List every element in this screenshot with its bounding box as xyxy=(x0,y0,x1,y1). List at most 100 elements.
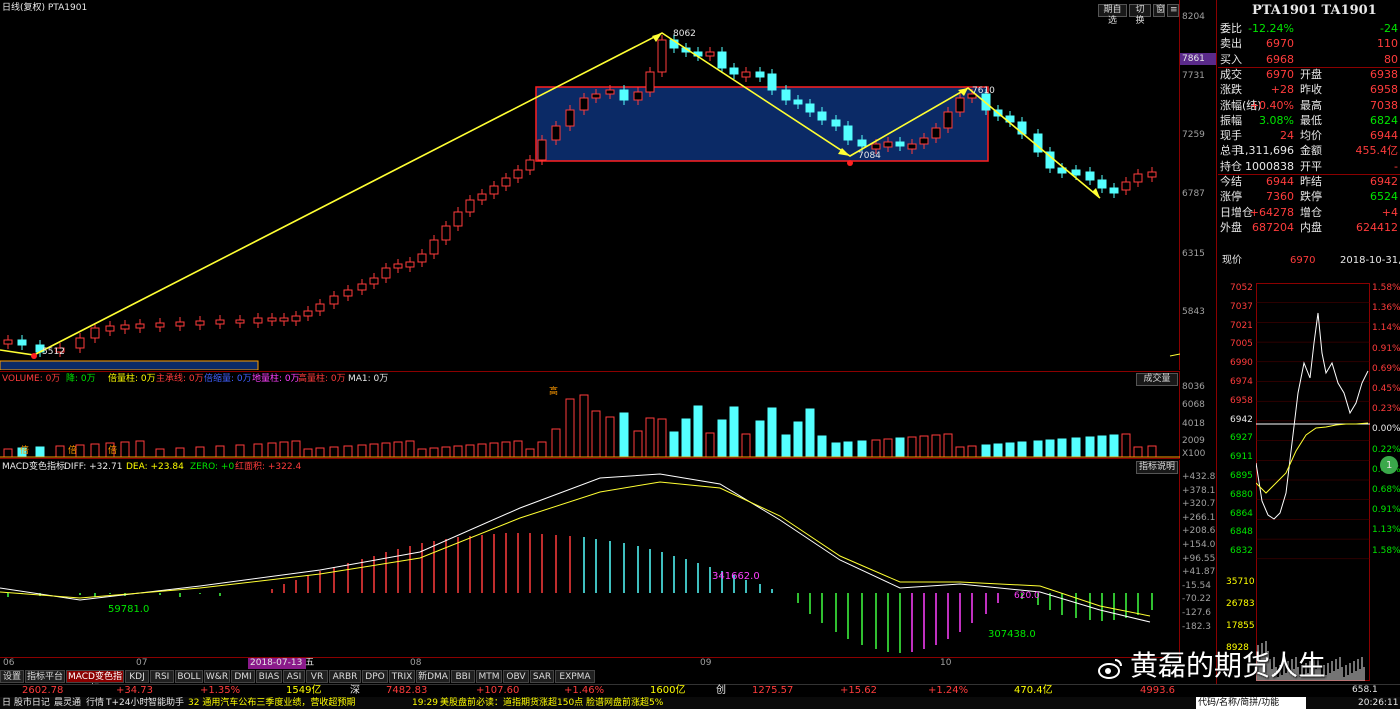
news-linktong[interactable]: 晨灵通 xyxy=(54,698,81,709)
candle-body xyxy=(591,93,601,99)
candle-body xyxy=(75,337,85,349)
volume-bar xyxy=(843,441,853,458)
tab-18[interactable]: SAR xyxy=(530,670,554,683)
x-tick: 10 xyxy=(940,658,952,668)
tab-10[interactable]: VR xyxy=(306,670,328,683)
bottom-price: 658.1 xyxy=(1352,685,1378,695)
price-tick: 7259 xyxy=(1182,130,1205,140)
news-diary[interactable]: 日 股市日记 xyxy=(2,698,50,709)
candle-body xyxy=(17,339,27,346)
quote-label-right: 昨收 xyxy=(1300,83,1322,97)
macd-label-a: 59781.0 xyxy=(108,604,150,615)
macd-tick: -70.22 xyxy=(1182,594,1212,605)
tab-13[interactable]: TRIX xyxy=(389,670,415,683)
intraday-left-tick: 6974 xyxy=(1230,377,1253,387)
candle xyxy=(429,235,439,259)
news-market[interactable]: 行情 xyxy=(86,698,104,709)
news-24h[interactable]: T+24小时 xyxy=(106,698,149,709)
intraday-left-tick: 6958 xyxy=(1230,395,1253,406)
quote-label: 涨停 xyxy=(1220,190,1242,204)
quote-row: 委比 -12.24% -24 xyxy=(1220,22,1400,36)
quote-value: +28 xyxy=(1270,83,1294,97)
tab-16[interactable]: MTM xyxy=(476,670,502,683)
candle-body xyxy=(315,303,325,312)
news-assistant[interactable]: 智能助手 xyxy=(148,698,184,709)
tab-17[interactable]: OBV xyxy=(503,670,529,683)
tab-19[interactable]: EXPMA xyxy=(555,670,595,683)
intraday-right-tick: 1.58% xyxy=(1372,545,1400,556)
candle-body xyxy=(755,71,765,78)
quote-value: +0.40% xyxy=(1249,98,1294,112)
intraday-left-tick: 6895 xyxy=(1230,471,1253,481)
candle-body xyxy=(705,51,715,57)
macd-tick: +378.1 xyxy=(1182,485,1216,496)
news-msg1[interactable]: 32 通用汽车公布三季度业绩，营收超预期 xyxy=(188,698,355,709)
tab-8[interactable]: BIAS xyxy=(256,670,282,683)
quote-value: 6944 xyxy=(1266,175,1294,188)
candle-body xyxy=(303,310,313,317)
macd-svg xyxy=(0,473,1153,653)
candle xyxy=(17,335,27,350)
candle-body xyxy=(369,277,379,285)
tab-9[interactable]: ASI xyxy=(283,670,305,683)
candle-body xyxy=(525,159,535,171)
volume-bar xyxy=(441,446,451,458)
low-marker xyxy=(31,353,37,359)
candle-body xyxy=(741,71,751,78)
volume-bar xyxy=(1017,441,1027,458)
tab-7[interactable]: DMI xyxy=(231,670,255,683)
volume-tick: 6068 xyxy=(1182,400,1205,410)
candle xyxy=(755,67,765,82)
candle-body xyxy=(919,137,929,145)
quote-label: 今结 xyxy=(1220,175,1242,188)
macd-label-d: 620.0 xyxy=(1014,591,1040,601)
quote-label-right: 昨结 xyxy=(1300,175,1322,188)
quote-label-right: 增仓 xyxy=(1300,205,1322,219)
news-msg2[interactable]: 美股盘前必读：道指期货涨超150点 脸谱网盘前涨超5% xyxy=(440,698,663,709)
tab-11[interactable]: ARBR xyxy=(329,670,361,683)
volume-bar xyxy=(315,447,325,458)
candle xyxy=(267,313,277,326)
tab-4[interactable]: RSI xyxy=(150,670,174,683)
candle xyxy=(195,316,205,330)
candle-body xyxy=(90,327,100,339)
volume-tick: 2009 xyxy=(1182,436,1205,446)
tab-15[interactable]: BBI xyxy=(451,670,475,683)
candle-body xyxy=(657,39,667,73)
intraday-right-tick: 1.14% xyxy=(1372,323,1400,334)
tab-14[interactable]: 新DMA xyxy=(416,670,450,683)
candle xyxy=(1121,177,1131,195)
news-time: 19:29 xyxy=(412,698,438,708)
macd-tick: +41.87 xyxy=(1182,567,1216,578)
candle-body xyxy=(291,315,301,322)
volume-bar xyxy=(871,439,881,458)
x-axis xyxy=(0,657,1180,669)
quote-label-right: 跌停 xyxy=(1300,190,1322,204)
quote-label: 涨跌 xyxy=(1220,83,1242,97)
intraday-right-tick: 0.91% xyxy=(1372,505,1400,516)
tab-12[interactable]: DPO xyxy=(362,670,388,683)
tab-6[interactable]: W&R xyxy=(204,670,230,683)
volume-bar xyxy=(857,440,867,458)
candle-body xyxy=(907,143,917,150)
candle-body xyxy=(857,139,867,147)
volume-bar xyxy=(291,440,301,458)
tab-1[interactable]: 指标平台 xyxy=(25,670,65,683)
intraday-right-tick: 0.00% xyxy=(1372,424,1400,435)
quote-value: 24 xyxy=(1280,129,1294,143)
intraday-left-tick: 7021 xyxy=(1230,320,1253,331)
price-tick: 7731 xyxy=(1182,71,1205,81)
intraday-vol-tick: 35710 xyxy=(1226,577,1255,587)
sh-pct: +1.35% xyxy=(200,685,241,696)
price-tick: 5843 xyxy=(1182,307,1205,317)
tab-0[interactable]: 设置 xyxy=(0,670,24,683)
intraday-avg-line xyxy=(1256,422,1369,494)
volume-bar xyxy=(943,433,953,458)
cy-amount: 470.4亿 xyxy=(1014,685,1053,696)
volume-bar xyxy=(3,448,13,458)
tab-2[interactable]: MACD变色指标 xyxy=(66,670,124,694)
tab-5[interactable]: BOLL xyxy=(175,670,203,683)
tab-3[interactable]: KDJ xyxy=(125,670,149,683)
code-search-label: 代码/名称/简拼/功能 xyxy=(1198,698,1280,708)
volume-bar xyxy=(195,446,205,458)
